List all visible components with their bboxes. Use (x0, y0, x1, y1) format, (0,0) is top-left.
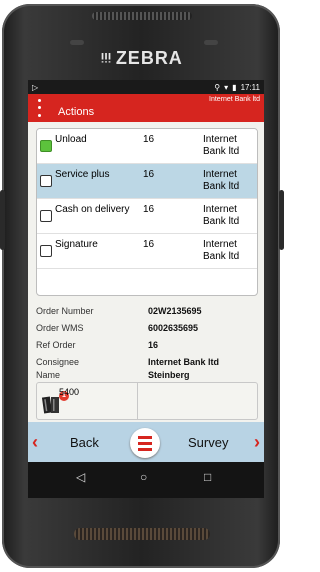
status-bar: ▷ ⚲ ▾ ▮ 17:11 (28, 80, 264, 94)
detail-label: Order WMS (36, 322, 84, 333)
back-button[interactable]: Back (70, 435, 99, 450)
action-qty: 16 (143, 169, 155, 180)
side-button-left[interactable] (0, 190, 5, 250)
battery-icon: ▮ (232, 82, 237, 92)
documents-panel[interactable]: 1 5400 (36, 382, 258, 420)
action-qty: 16 (143, 204, 155, 215)
detail-row: Consignee Internet Bank ltd (36, 353, 260, 370)
order-details: Order Number 02W2135695 Order WMS 600263… (36, 302, 260, 381)
wifi-icon: ▾ (224, 82, 229, 92)
action-customer: Internet Bank ltd (203, 169, 240, 192)
checkbox[interactable] (40, 210, 52, 222)
action-customer: Internet Bank ltd (203, 204, 240, 227)
brand-logo: ᵎᵎᵎ ZEBRA (0, 48, 284, 69)
action-row-unload[interactable]: Unload 16 Internet Bank ltd (37, 129, 257, 164)
location-icon: ⚲ (214, 82, 221, 92)
menu-fab-button[interactable] (130, 428, 160, 458)
system-nav-bar: ◁ ○ □ (28, 462, 264, 498)
checkbox-checked[interactable] (40, 140, 52, 152)
action-name: Signature (55, 239, 98, 250)
system-home-icon[interactable]: ○ (140, 470, 147, 484)
detail-value: Internet Bank ltd (148, 356, 220, 367)
detail-value: 02W2135695 (148, 305, 202, 316)
app-subtitle: Internet Bank ltd (209, 96, 260, 103)
detail-value: 6002635695 (148, 322, 199, 333)
action-qty: 16 (143, 239, 155, 250)
side-button-right[interactable] (279, 190, 284, 250)
action-row-cash-on-delivery[interactable]: Cash on delivery 16 Internet Bank ltd (37, 199, 257, 234)
top-speaker (92, 12, 192, 20)
detail-value: Steinberg (148, 370, 190, 380)
detail-row: Name Steinberg (36, 370, 260, 380)
next-arrow-icon[interactable]: › (254, 432, 260, 453)
actions-list: Unload 16 Internet Bank ltd Service plus… (36, 128, 258, 296)
bottom-nav: ‹ Back Survey › (28, 422, 264, 462)
clock: 17:11 (240, 82, 260, 92)
detail-label: Order Number (36, 305, 94, 316)
checkbox[interactable] (40, 175, 52, 187)
overflow-menu-icon[interactable] (36, 97, 42, 119)
detail-label: Ref Order (36, 339, 76, 350)
survey-button[interactable]: Survey (188, 435, 228, 450)
detail-row: Order WMS 6002635695 (36, 319, 260, 336)
panel-divider (137, 383, 138, 419)
zebra-icon: ᵎᵎᵎ (101, 48, 112, 68)
screen: ▷ ⚲ ▾ ▮ 17:11 Internet Bank ltd Actions … (28, 80, 264, 462)
detail-row: Ref Order 16 (36, 336, 260, 353)
detail-value: 16 (148, 339, 159, 350)
action-row-signature[interactable]: Signature 16 Internet Bank ltd (37, 234, 257, 269)
action-customer: Internet Bank ltd (203, 134, 240, 157)
action-customer: Internet Bank ltd (203, 239, 240, 262)
action-row-service-plus[interactable]: Service plus 16 Internet Bank ltd (37, 164, 257, 199)
action-name: Unload (55, 134, 87, 145)
documents-value: 5400 (59, 387, 80, 397)
detail-row: Order Number 02W2135695 (36, 302, 260, 319)
system-back-icon[interactable]: ◁ (76, 470, 85, 484)
page-title: Actions (58, 106, 95, 118)
sensor-right (204, 40, 218, 45)
sensor-left (70, 40, 84, 45)
detail-label: Consignee (36, 356, 80, 367)
action-name: Cash on delivery (55, 204, 130, 215)
brand-name: ZEBRA (115, 48, 183, 68)
detail-label: Name (36, 370, 61, 380)
checkbox[interactable] (40, 245, 52, 257)
system-recents-icon[interactable]: □ (204, 470, 211, 484)
play-icon: ▷ (32, 82, 39, 92)
action-name: Service plus (55, 169, 110, 180)
bottom-speaker (74, 528, 210, 540)
prev-arrow-icon[interactable]: ‹ (32, 432, 38, 453)
action-qty: 16 (143, 134, 155, 145)
app-bar: Internet Bank ltd Actions (28, 94, 264, 122)
